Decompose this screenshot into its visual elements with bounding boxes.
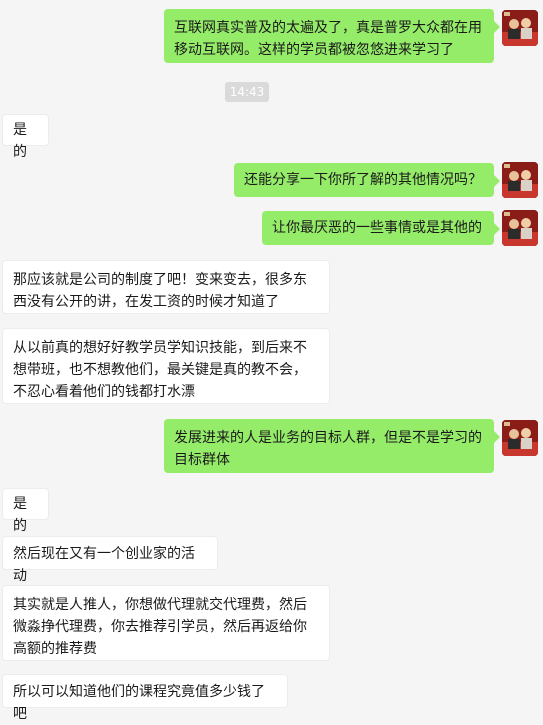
timestamp: 14:43: [225, 82, 269, 102]
message-bubble-incoming[interactable]: 其实就是人推人，你想做代理就交代理费，然后微淼挣代理费，你去推荐引学员，然后再返…: [2, 585, 330, 661]
message-text: 是的: [13, 122, 27, 160]
message-text: 从以前真的想好好教学员学知识技能，到后来不想带班，也不想教他们，最关键是真的教不…: [13, 340, 307, 400]
avatar-photo-icon: [502, 10, 538, 46]
message-text: 所以可以知道他们的课程究竟值多少钱了吧: [13, 684, 265, 722]
avatar[interactable]: [502, 210, 538, 246]
avatar-photo-icon: [502, 420, 538, 456]
message-bubble-outgoing[interactable]: 发展进来的人是业务的目标人群，但是不是学习的目标群体: [164, 419, 500, 473]
avatar[interactable]: [502, 162, 538, 198]
message-text: 还能分享一下你所了解的其他情况吗？: [244, 172, 482, 188]
message-bubble-outgoing[interactable]: 还能分享一下你所了解的其他情况吗？: [234, 163, 500, 197]
message-text: 那应该就是公司的制度了吧！变来变去，很多东西没有公开的讲，在发工资的时候才知道了: [13, 272, 307, 310]
avatar-photo-icon: [502, 210, 538, 246]
chat-window: 互联网真实普及的太遍及了，真是普罗大众都在用移动互联网。这样的学员都被忽悠进来学…: [0, 0, 543, 722]
message-bubble-outgoing[interactable]: 互联网真实普及的太遍及了，真是普罗大众都在用移动互联网。这样的学员都被忽悠进来学…: [164, 9, 500, 63]
avatar[interactable]: [502, 420, 538, 456]
message-text: 互联网真实普及的太遍及了，真是普罗大众都在用移动互联网。这样的学员都被忽悠进来学…: [174, 20, 482, 58]
message-bubble-incoming[interactable]: 是的: [2, 114, 49, 160]
message-bubble-incoming[interactable]: 是的: [2, 488, 49, 534]
message-bubble-incoming[interactable]: 然后现在又有一个创业家的活动: [2, 536, 218, 584]
message-bubble-incoming[interactable]: 从以前真的想好好教学员学知识技能，到后来不想带班，也不想教他们，最关键是真的教不…: [2, 328, 330, 404]
message-text: 发展进来的人是业务的目标人群，但是不是学习的目标群体: [174, 430, 482, 468]
message-text: 其实就是人推人，你想做代理就交代理费，然后微淼挣代理费，你去推荐引学员，然后再返…: [13, 597, 307, 657]
message-bubble-incoming[interactable]: 所以可以知道他们的课程究竟值多少钱了吧: [2, 674, 288, 722]
message-text: 是的: [13, 496, 27, 534]
message-text: 让你最厌恶的一些事情或是其他的: [272, 220, 482, 236]
avatar[interactable]: [502, 10, 538, 46]
message-bubble-outgoing[interactable]: 让你最厌恶的一些事情或是其他的: [262, 211, 500, 245]
message-bubble-incoming[interactable]: 那应该就是公司的制度了吧！变来变去，很多东西没有公开的讲，在发工资的时候才知道了: [2, 260, 330, 314]
avatar-photo-icon: [502, 162, 538, 198]
message-text: 然后现在又有一个创业家的活动: [13, 546, 195, 584]
